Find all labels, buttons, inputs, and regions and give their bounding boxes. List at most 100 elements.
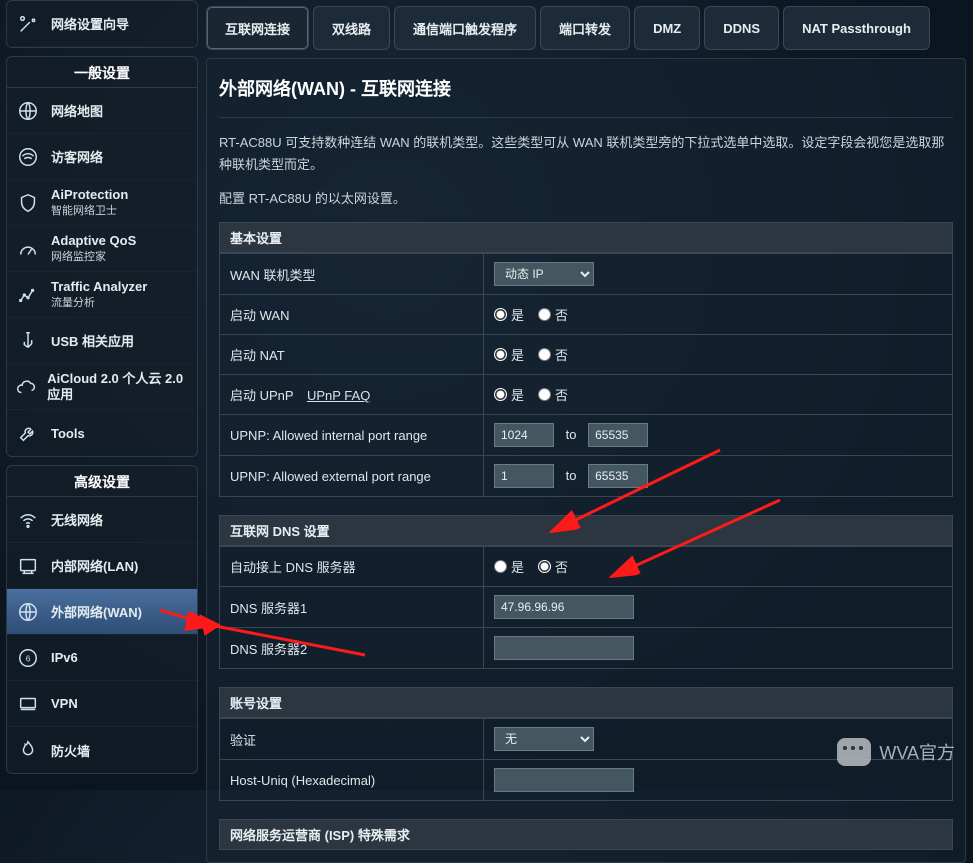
sidebar-network-wizard[interactable]: 网络设置向导 [7, 1, 197, 47]
sidebar-item-wireless[interactable]: 无线网络 [7, 497, 197, 543]
watermark: WVA官方 [837, 738, 955, 766]
hostuniq-input[interactable] [494, 768, 634, 792]
sidebar-item-usb[interactable]: USB 相关应用 [7, 318, 197, 364]
cloud-icon [15, 374, 37, 400]
sidebar-item-net-map[interactable]: 网络地图 [7, 88, 197, 134]
radio-label: 是 [511, 305, 524, 324]
sidebar-item-sub: 流量分析 [51, 294, 147, 310]
usb-icon [15, 328, 41, 354]
wan-type-label: WAN 联机类型 [220, 254, 484, 295]
radio-yes[interactable] [494, 308, 507, 321]
sidebar-item-vpn[interactable]: VPN [7, 681, 197, 727]
sidebar-item-tools[interactable]: Tools [7, 410, 197, 456]
enable-wan-no[interactable]: 否 [538, 305, 568, 324]
auth-select[interactable]: 无 [494, 727, 594, 751]
dns1-input[interactable] [494, 595, 634, 619]
section-dns: 互联网 DNS 设置 [219, 515, 953, 546]
tab-label: 双线路 [332, 19, 371, 38]
tab-bar: 互联网连接 双线路 通信端口触发程序 端口转发 DMZ DDNS NAT Pas… [206, 6, 966, 50]
auto-dns-no[interactable]: 否 [538, 557, 568, 576]
dns-table: 自动接上 DNS 服务器 是 否 DNS 服务器1 DNS 服务器2 [219, 546, 953, 669]
page-title: 外部网络(WAN) - 互联网连接 [219, 71, 953, 118]
sidebar-item-lan[interactable]: 内部网络(LAN) [7, 543, 197, 589]
upnp-internal-from[interactable] [494, 423, 554, 447]
sidebar-item-traffic-analyzer[interactable]: Traffic Analyzer 流量分析 [7, 272, 197, 318]
upnp-faq-link[interactable]: UPnP FAQ [307, 388, 370, 403]
radio-label: 否 [555, 305, 568, 324]
enable-nat-no[interactable]: 否 [538, 345, 568, 364]
sidebar-item-firewall[interactable]: 防火墙 [7, 727, 197, 773]
sidebar-item-label: AiProtection [51, 187, 128, 202]
radio-label: 否 [555, 345, 568, 364]
sidebar-item-wan[interactable]: 外部网络(WAN) [7, 589, 197, 635]
sidebar-item-aicloud[interactable]: AiCloud 2.0 个人云 2.0 应用 [7, 364, 197, 410]
upnp-internal-label: UPNP: Allowed internal port range [220, 415, 484, 456]
wifi-icon [15, 507, 41, 533]
radio-label: 否 [555, 385, 568, 404]
upnp-external-to[interactable] [588, 464, 648, 488]
tab-port-forward[interactable]: 端口转发 [540, 6, 630, 50]
signal-icon [15, 144, 41, 170]
sidebar-item-adaptive-qos[interactable]: Adaptive QoS 网络监控家 [7, 226, 197, 272]
radio-yes[interactable] [494, 560, 507, 573]
enable-upnp-label: 启动 UPnP [230, 388, 293, 403]
sidebar-item-label: 网络地图 [51, 101, 103, 120]
auto-dns-label: 自动接上 DNS 服务器 [220, 547, 484, 587]
radio-yes[interactable] [494, 348, 507, 361]
tab-dualwan[interactable]: 双线路 [313, 6, 390, 50]
section-account: 账号设置 [219, 687, 953, 718]
sidebar-item-guest-net[interactable]: 访客网络 [7, 134, 197, 180]
upnp-internal-to[interactable] [588, 423, 648, 447]
sidebar-item-label: 无线网络 [51, 510, 103, 529]
auth-label: 验证 [220, 719, 484, 760]
radio-no[interactable] [538, 348, 551, 361]
tab-label: 互联网连接 [225, 19, 290, 38]
enable-nat-yes[interactable]: 是 [494, 345, 524, 364]
enable-upnp-no[interactable]: 否 [538, 385, 568, 404]
sidebar-item-label: 外部网络(WAN) [51, 602, 142, 621]
radio-yes[interactable] [494, 388, 507, 401]
basic-table: WAN 联机类型 动态 IP 启动 WAN 是 否 启动 NAT [219, 253, 953, 497]
tab-ddns[interactable]: DDNS [704, 6, 779, 50]
tab-label: 通信端口触发程序 [413, 19, 517, 38]
radio-label: 是 [511, 345, 524, 364]
tab-dmz[interactable]: DMZ [634, 6, 700, 50]
enable-upnp-yes[interactable]: 是 [494, 385, 524, 404]
sidebar-item-label: 防火墙 [51, 741, 90, 760]
radio-no[interactable] [538, 388, 551, 401]
wan-type-select[interactable]: 动态 IP [494, 262, 594, 286]
to-text: to [566, 427, 577, 442]
sidebar-item-aiprotection[interactable]: AiProtection 智能网络卫士 [7, 180, 197, 226]
radio-label: 否 [555, 557, 568, 576]
dns2-input[interactable] [494, 636, 634, 660]
radio-no[interactable] [538, 308, 551, 321]
tab-label: 端口转发 [559, 19, 611, 38]
sidebar-item-label: 内部网络(LAN) [51, 556, 138, 575]
section-isp: 网络服务运营商 (ISP) 特殊需求 [219, 819, 953, 850]
ipv6-icon: 6 [15, 645, 41, 671]
sidebar-item-ipv6[interactable]: 6 IPv6 [7, 635, 197, 681]
enable-nat-label: 启动 NAT [220, 335, 484, 375]
globe-icon [15, 98, 41, 124]
radio-no[interactable] [538, 560, 551, 573]
sidebar-item-label: Adaptive QoS [51, 233, 136, 248]
gauge-icon [15, 236, 41, 262]
lan-icon [15, 553, 41, 579]
shield-icon [15, 190, 41, 216]
enable-wan-yes[interactable]: 是 [494, 305, 524, 324]
fire-icon [15, 737, 41, 763]
sidebar-item-label: IPv6 [51, 650, 78, 665]
auto-dns-yes[interactable]: 是 [494, 557, 524, 576]
chat-bubble-icon [837, 738, 871, 766]
sidebar-section-advanced: 高级设置 [7, 466, 197, 497]
watermark-text: WVA官方 [879, 739, 955, 765]
globe-wan-icon [15, 599, 41, 625]
enable-upnp-cell: 启动 UPnP UPnP FAQ [220, 375, 484, 415]
upnp-external-from[interactable] [494, 464, 554, 488]
radio-label: 是 [511, 385, 524, 404]
tab-nat-pass[interactable]: NAT Passthrough [783, 6, 930, 50]
tab-internet[interactable]: 互联网连接 [206, 6, 309, 50]
tab-label: NAT Passthrough [802, 21, 911, 36]
tab-port-trigger[interactable]: 通信端口触发程序 [394, 6, 536, 50]
dns2-label: DNS 服务器2 [220, 628, 484, 669]
